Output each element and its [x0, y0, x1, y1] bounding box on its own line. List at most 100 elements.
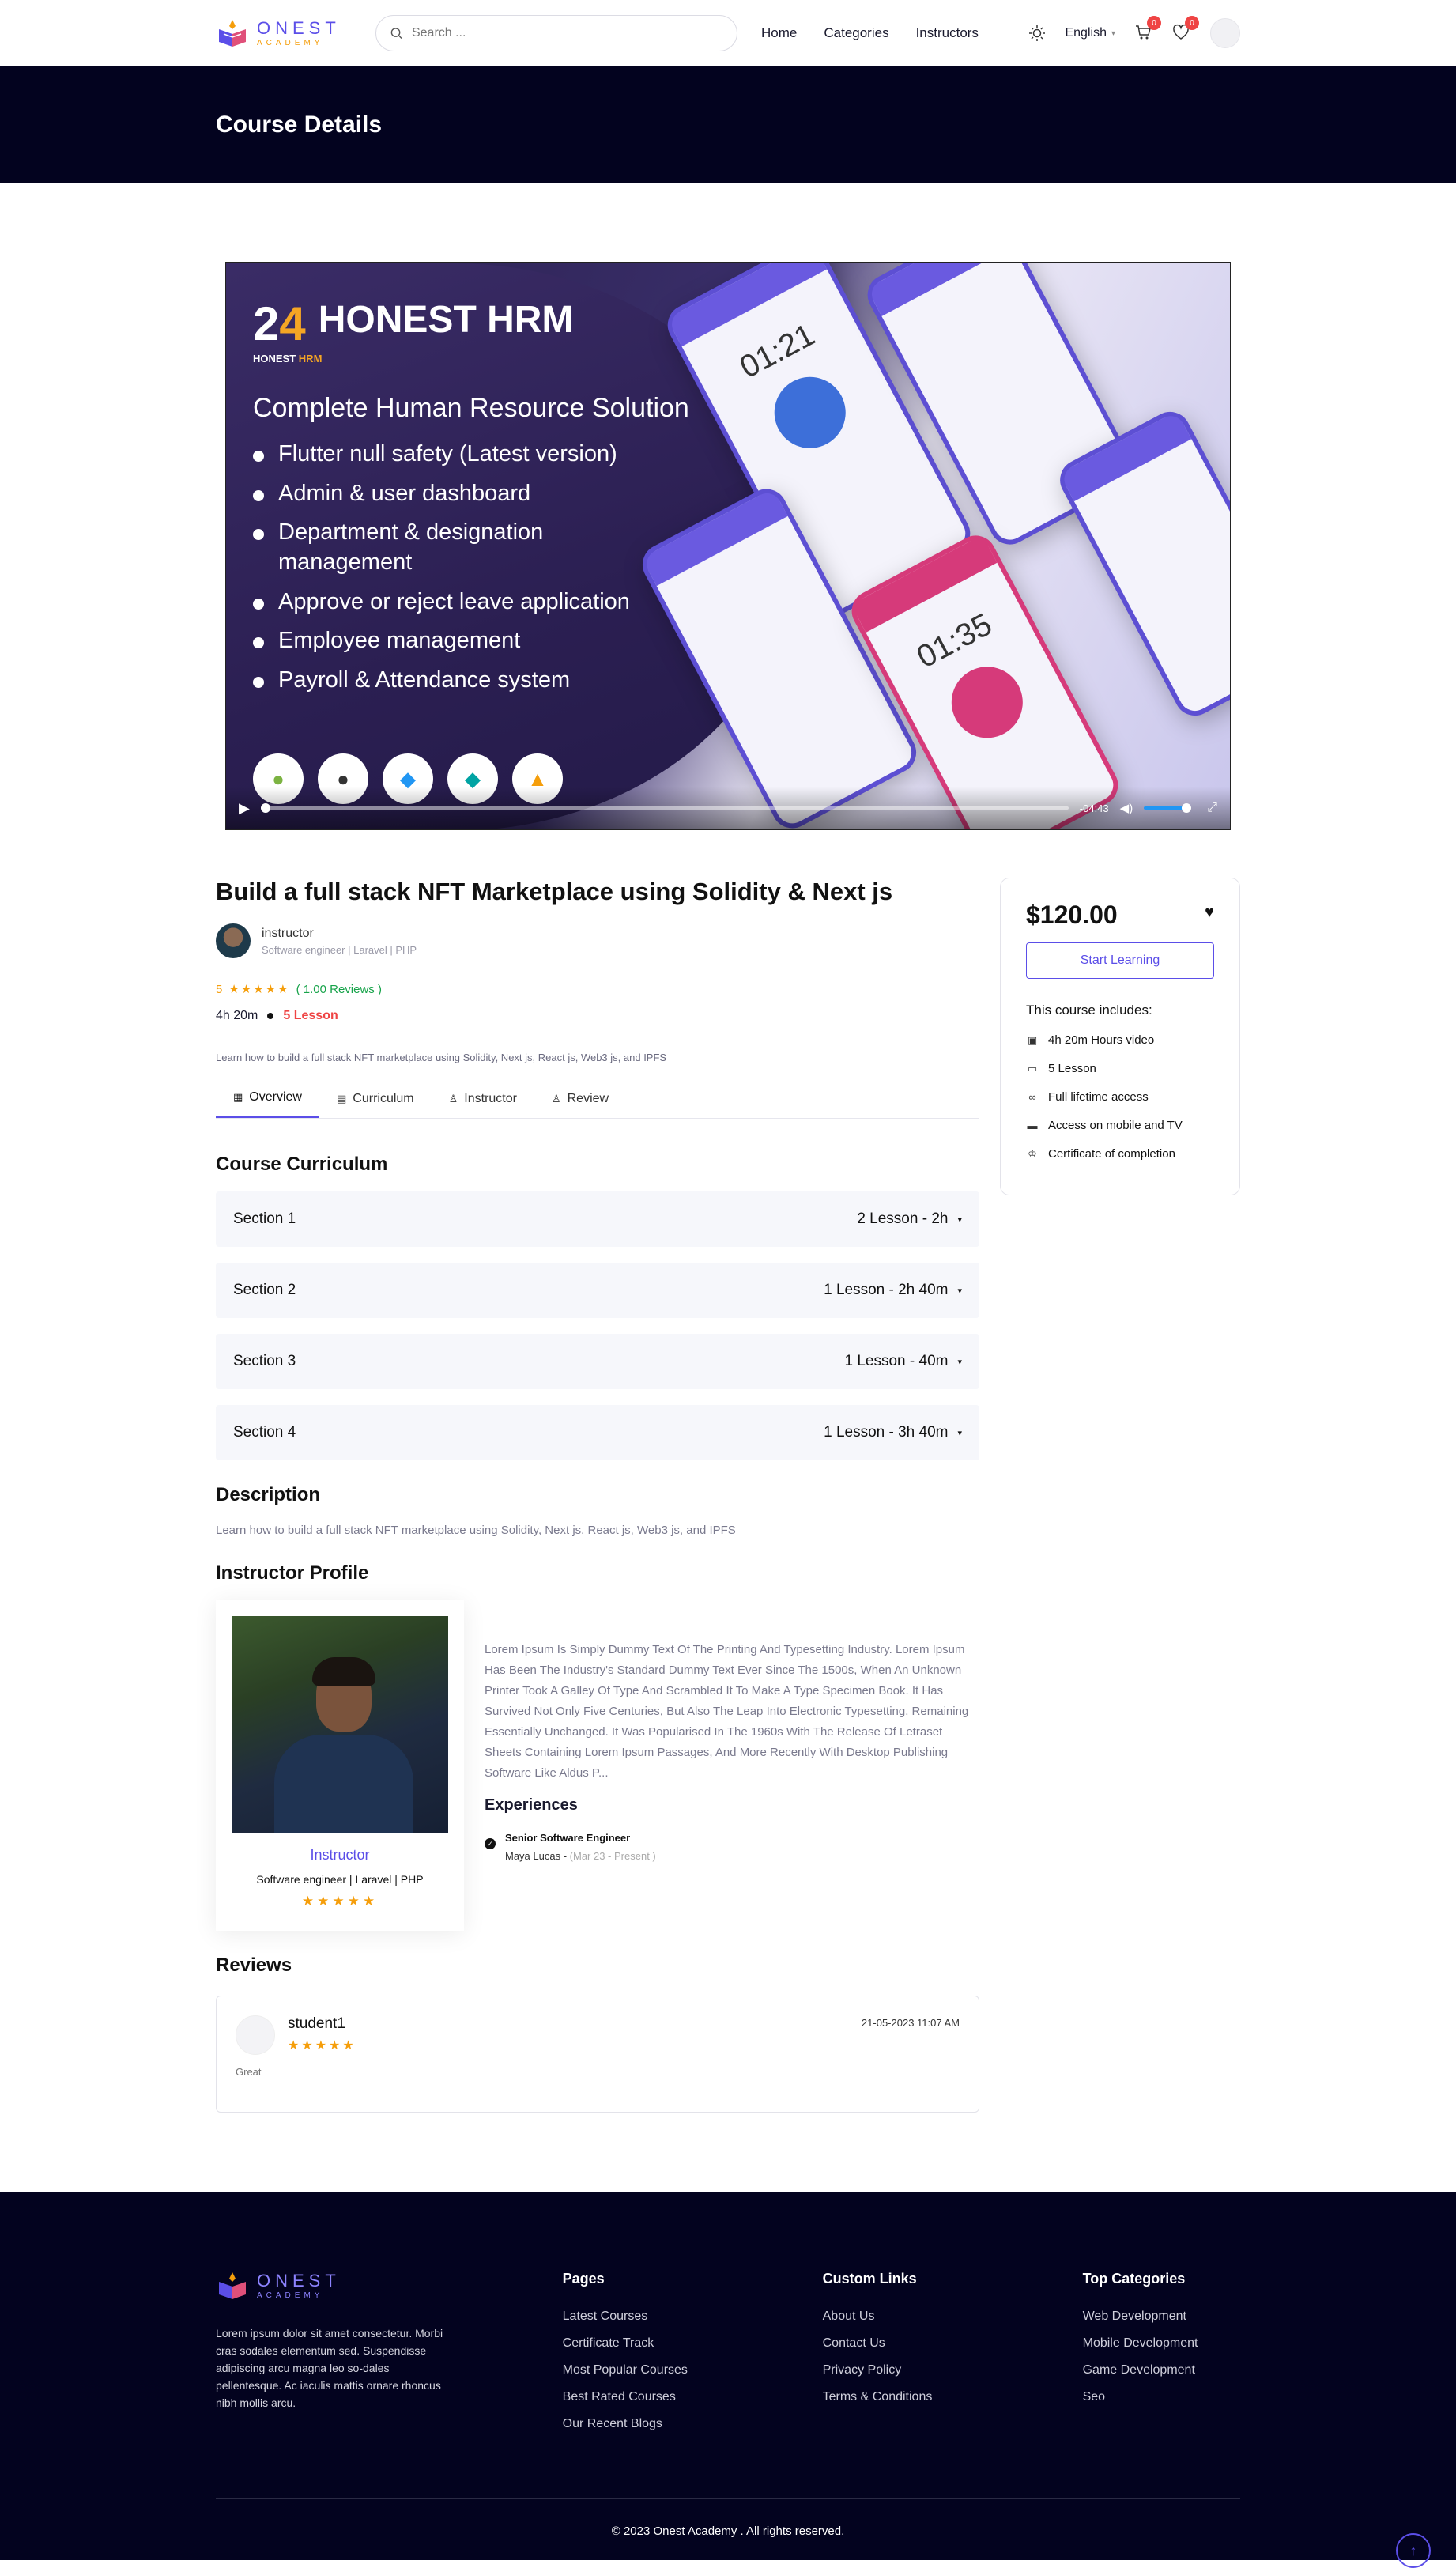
tab-review[interactable]: ♙ Review	[534, 1079, 626, 1118]
footer-link[interactable]: About Us	[823, 2309, 1083, 2324]
wishlist-button[interactable]: 0	[1172, 16, 1199, 43]
include-item: ▭ 5 Lesson	[1027, 1062, 1096, 1075]
footer-custom-title: Custom Links	[822, 2271, 917, 2287]
experience-org: Maya Lucas - (Mar 23 - Present )	[505, 1850, 656, 1862]
chevron-down-icon: ▾	[957, 1357, 962, 1367]
cart-count-badge: 0	[1147, 16, 1161, 30]
main-nav: Home Categories Instructors	[761, 25, 979, 41]
course-meta: 4h 20m 5 Lesson	[216, 1009, 979, 1023]
section-name: Section 1	[233, 1210, 296, 1227]
chevron-down-icon: ▾	[1111, 28, 1115, 38]
page-title: Course Details	[216, 111, 383, 138]
logo-icon	[219, 2272, 246, 2299]
curriculum-section[interactable]: Section 3 1 Lesson - 40m ▾	[216, 1334, 979, 1389]
curriculum-section[interactable]: Section 1 2 Lesson - 2h ▾	[216, 1191, 979, 1247]
tab-instructor[interactable]: ♙ Instructor	[432, 1079, 534, 1118]
footer-link[interactable]: Web Development	[1083, 2309, 1240, 2324]
reviewer-avatar	[236, 2015, 275, 2055]
instructor-card[interactable]: Instructor Software engineer | Laravel |…	[216, 1600, 464, 1931]
course-video-player[interactable]: 01:21 01:35 24 HONEST HRM HONEST HRM Com…	[225, 262, 1231, 830]
experience-period: (Mar 23 - Present )	[569, 1850, 656, 1862]
experience-role: Senior Software Engineer	[505, 1832, 631, 1844]
volume-icon[interactable]: ◀)	[1120, 801, 1133, 815]
section-name: Section 4	[233, 1424, 296, 1441]
footer-about-text: Lorem ipsum dolor sit amet consectetur. …	[216, 2327, 443, 2409]
arrow-up-icon: ↑	[1409, 2542, 1417, 2559]
instructor-card-role: Software engineer | Laravel | PHP	[256, 1873, 424, 1886]
tab-overview[interactable]: ▦ Overview	[216, 1079, 319, 1118]
description-text: Learn how to build a full stack NFT mark…	[216, 1524, 736, 1537]
course-lessons: 5 Lesson	[283, 1009, 338, 1022]
star-rating-icon: ★★★★★	[288, 2039, 356, 2053]
footer-link[interactable]: Our Recent Blogs	[563, 2417, 823, 2431]
fullscreen-icon[interactable]: ⤢	[1207, 801, 1217, 815]
footer-link[interactable]: Privacy Policy	[823, 2363, 1083, 2377]
footer-link[interactable]: Best Rated Courses	[563, 2390, 823, 2404]
footer-link[interactable]: Most Popular Courses	[563, 2363, 823, 2377]
chevron-down-icon: ▾	[957, 1428, 962, 1438]
review-card: student1 ★★★★★ 21-05-2023 11:07 AM Great	[216, 1996, 979, 2113]
review-text: Great	[236, 2066, 262, 2078]
footer-link[interactable]: Mobile Development	[1083, 2336, 1240, 2351]
curriculum-section[interactable]: Section 2 1 Lesson - 2h 40m ▾	[216, 1263, 979, 1318]
logo-main-text: ONEST	[257, 17, 341, 38]
video-headline: Complete Human Resource Solution	[253, 393, 689, 423]
nav-home[interactable]: Home	[761, 25, 797, 41]
instructor-profile-title: Instructor Profile	[216, 1562, 369, 1584]
video-feature: Employee management	[253, 626, 648, 656]
document-icon: ▤	[336, 1092, 347, 1105]
video-progress-bar[interactable]	[260, 803, 1069, 813]
video-feature: Admin & user dashboard	[253, 479, 648, 509]
experiences-title: Experiences	[485, 1796, 578, 1814]
description-title: Description	[216, 1484, 321, 1505]
footer-link[interactable]: Contact Us	[823, 2336, 1083, 2351]
video-logo-subtitle: HONEST HRM	[253, 353, 323, 364]
includes-title: This course includes:	[1026, 1003, 1152, 1018]
course-title: Build a full stack NFT Marketplace using…	[216, 878, 893, 905]
instructor-card-name[interactable]: Instructor	[232, 1847, 448, 1864]
theme-toggle-sun-icon[interactable]	[1028, 25, 1046, 42]
footer-link[interactable]: Seo	[1083, 2390, 1240, 2404]
tab-curriculum[interactable]: ▤ Curriculum	[319, 1079, 432, 1118]
video-controls: ▶ -04:43 ◀) ⤢	[226, 787, 1230, 829]
include-item: ▣ 4h 20m Hours video	[1027, 1033, 1155, 1047]
instructor-profile: Instructor Software engineer | Laravel |…	[216, 1600, 979, 1931]
trophy-icon: ♔	[1028, 1147, 1037, 1160]
cart-button[interactable]: 0	[1134, 16, 1161, 43]
logo[interactable]: ONEST ACADEMY	[216, 17, 375, 50]
footer-link[interactable]: Game Development	[1083, 2363, 1240, 2377]
user-icon: ♙	[448, 1092, 458, 1105]
video-feature: Approve or reject leave application	[253, 587, 648, 617]
review-count[interactable]: ( 1.00 Reviews )	[296, 983, 382, 996]
footer-link[interactable]: Terms & Conditions	[823, 2390, 1083, 2404]
include-item: ▬ Access on mobile and TV	[1027, 1119, 1183, 1132]
course-short-description: Learn how to build a full stack NFT mark…	[216, 1052, 667, 1063]
nav-instructors[interactable]: Instructors	[916, 25, 979, 41]
search-input[interactable]	[411, 26, 722, 40]
footer-logo[interactable]: ONEST ACADEMY	[216, 2269, 375, 2302]
footer-pages-title: Pages	[562, 2271, 605, 2287]
play-icon[interactable]: ▶	[239, 800, 250, 817]
review-date: 21-05-2023 11:07 AM	[861, 2017, 960, 2029]
footer-link[interactable]: Certificate Track	[563, 2336, 823, 2351]
language-selector[interactable]: English ▾	[1065, 26, 1115, 40]
nav-categories[interactable]: Categories	[824, 25, 888, 41]
footer-link[interactable]: Latest Courses	[563, 2309, 823, 2324]
section-info: 2 Lesson - 2h	[857, 1210, 949, 1227]
course-duration: 4h 20m	[216, 1009, 258, 1022]
scroll-to-top-button[interactable]: ↑	[1396, 2533, 1431, 2568]
user-avatar[interactable]	[1210, 18, 1240, 48]
search-box[interactable]	[375, 15, 737, 51]
video-feature-list: Flutter null safety (Latest version) Adm…	[253, 440, 689, 696]
start-learning-button[interactable]: Start Learning	[1026, 942, 1214, 979]
course-instructor[interactable]: instructor Software engineer | Laravel |…	[216, 923, 979, 958]
include-item: ♔ Certificate of completion	[1026, 1147, 1214, 1161]
video-feature: Department & designation management	[253, 518, 648, 577]
video-feature: Flutter null safety (Latest version)	[253, 440, 648, 470]
video-brand: HONEST HRM	[318, 299, 574, 341]
curriculum-section[interactable]: Section 4 1 Lesson - 3h 40m ▾	[216, 1405, 979, 1460]
experience-item: ✓ Senior Software Engineer Maya Lucas - …	[485, 1832, 979, 1862]
star-rating-icon: ★★★★★	[301, 1894, 379, 1909]
heart-icon[interactable]: ♥	[1205, 904, 1214, 922]
volume-slider[interactable]	[1144, 803, 1192, 813]
